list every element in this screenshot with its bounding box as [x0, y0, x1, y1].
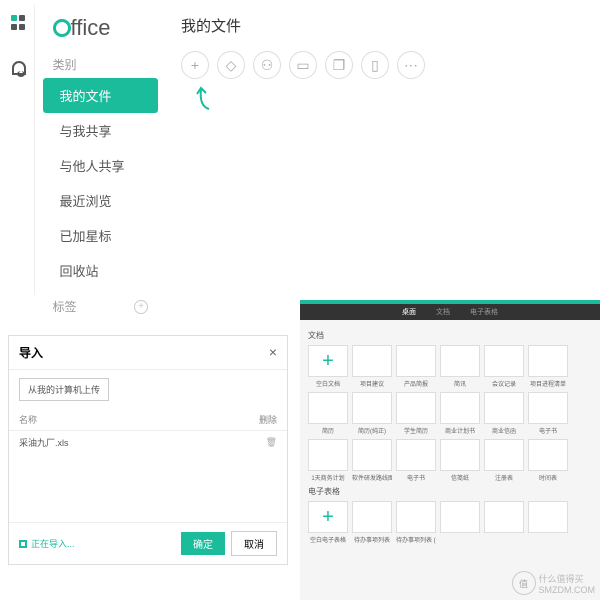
- template-card[interactable]: 1天商务计划: [308, 439, 348, 482]
- sidebar: ffice 类别 我的文件 与我共享 与他人共享 最近浏览 已加星标 回收站 标…: [35, 5, 167, 295]
- brand-logo: ffice: [35, 15, 167, 51]
- loading-status: 正在导入...: [19, 537, 75, 550]
- upload-from-computer-button[interactable]: 从我的计算机上传: [19, 378, 109, 401]
- tag-icon[interactable]: ◇: [217, 51, 245, 79]
- trash-icon[interactable]: 🗑: [266, 437, 277, 448]
- copy-icon[interactable]: ❐: [325, 51, 353, 79]
- table-row: 采油九厂.xls 🗑: [9, 431, 287, 454]
- template-card[interactable]: 电子书: [396, 439, 436, 482]
- file-manager-panel: ffice 类别 我的文件 与我共享 与他人共享 最近浏览 已加星标 回收站 标…: [5, 5, 440, 295]
- template-card[interactable]: 软件研发路线图: [352, 439, 392, 482]
- template-card[interactable]: 项目建议: [352, 345, 392, 388]
- main-area: 我的文件 + ◇ ⚇ ▭ ❐ ▯ ⋯: [166, 5, 440, 295]
- template-card[interactable]: 电子书: [528, 392, 568, 435]
- template-tabs: 桌面 文档 电子表格: [300, 304, 600, 320]
- nav-starred[interactable]: 已加星标: [35, 218, 167, 253]
- hint-arrow-icon: [191, 84, 425, 119]
- template-card[interactable]: 产品简报: [396, 345, 436, 388]
- share-icon[interactable]: ⚇: [253, 51, 281, 79]
- cancel-button[interactable]: 取消: [231, 531, 277, 556]
- section-sheets: 电子表格: [308, 486, 592, 497]
- tab-docs[interactable]: 文档: [436, 307, 450, 317]
- nav-recent[interactable]: 最近浏览: [35, 183, 167, 218]
- nav-trash[interactable]: 回收站: [35, 253, 167, 288]
- file-name: 采油九厂.xls: [19, 436, 266, 449]
- template-card[interactable]: [484, 501, 524, 544]
- template-card[interactable]: 会议记录: [484, 345, 524, 388]
- tags-label: 标签+: [35, 288, 167, 325]
- page-title: 我的文件: [181, 15, 425, 36]
- template-card[interactable]: [440, 501, 480, 544]
- template-card[interactable]: 商业信函: [484, 392, 524, 435]
- template-card[interactable]: +空白电子表格: [308, 501, 348, 544]
- table-header: 名称删除: [9, 409, 287, 431]
- delete-icon[interactable]: ▯: [361, 51, 389, 79]
- tab-desktop[interactable]: 桌面: [402, 307, 416, 317]
- template-card[interactable]: 注册表: [484, 439, 524, 482]
- template-card[interactable]: +空白文档: [308, 345, 348, 388]
- template-card[interactable]: 简历: [308, 392, 348, 435]
- add-button[interactable]: +: [181, 51, 209, 79]
- template-card[interactable]: [528, 501, 568, 544]
- template-card[interactable]: 学生简历: [396, 392, 436, 435]
- nav-my-files[interactable]: 我的文件: [43, 78, 159, 113]
- template-card[interactable]: 简历(纯正): [352, 392, 392, 435]
- close-icon[interactable]: ×: [269, 344, 277, 361]
- left-rail: [5, 5, 35, 295]
- template-card[interactable]: 待办事项列表 (专业): [396, 501, 436, 544]
- watermark: 值 什么值得买SMZDM.COM: [512, 571, 596, 595]
- toolbar: + ◇ ⚇ ▭ ❐ ▯ ⋯: [181, 51, 425, 79]
- dialog-title: 导入: [19, 344, 43, 361]
- templates-panel: 桌面 文档 电子表格 文档 +空白文档项目建议产品简报简讯会议记录项目进程清单 …: [300, 300, 600, 600]
- section-docs: 文档: [308, 330, 592, 341]
- ok-button[interactable]: 确定: [181, 532, 225, 555]
- bell-icon[interactable]: [12, 61, 26, 75]
- template-card[interactable]: 待办事项列表: [352, 501, 392, 544]
- template-card[interactable]: 简讯: [440, 345, 480, 388]
- nav-shared-with-others[interactable]: 与他人共享: [35, 148, 167, 183]
- template-card[interactable]: 商业计划书: [440, 392, 480, 435]
- tab-sheets[interactable]: 电子表格: [470, 307, 498, 317]
- folder-icon[interactable]: ▭: [289, 51, 317, 79]
- more-icon[interactable]: ⋯: [397, 51, 425, 79]
- import-dialog: 导入 × 从我的计算机上传 名称删除 采油九厂.xls 🗑 正在导入... 确定…: [8, 335, 288, 565]
- template-card[interactable]: 时间表: [528, 439, 568, 482]
- category-label: 类别: [35, 51, 167, 78]
- add-tag-icon[interactable]: +: [134, 300, 148, 314]
- template-card[interactable]: 项目进程清单: [528, 345, 568, 388]
- apps-icon[interactable]: [11, 15, 27, 31]
- template-card[interactable]: 信笺纸: [440, 439, 480, 482]
- nav-shared-with-me[interactable]: 与我共享: [35, 113, 167, 148]
